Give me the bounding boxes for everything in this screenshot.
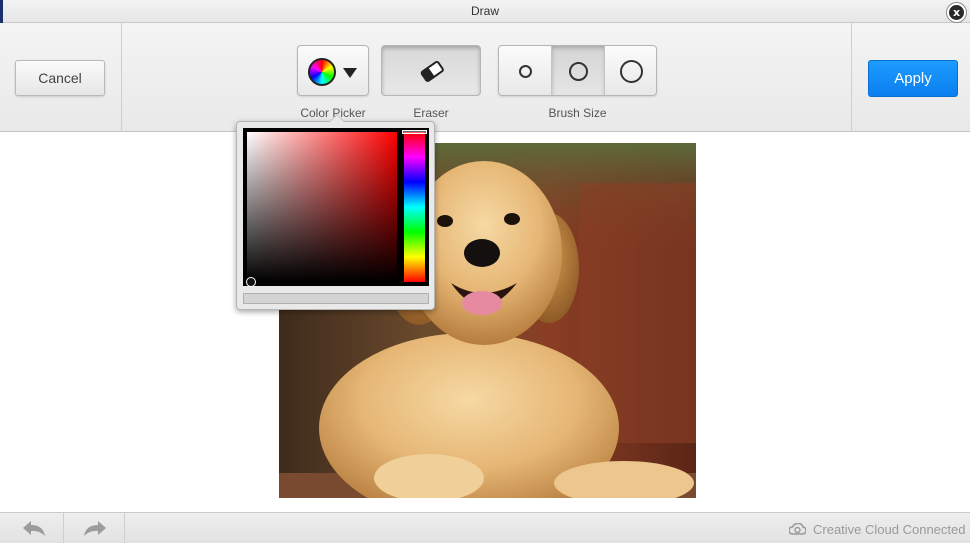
creative-cloud-icon xyxy=(789,523,806,535)
brush-size-label: Brush Size xyxy=(548,106,607,120)
drawing-canvas[interactable] xyxy=(0,133,970,512)
hue-slider[interactable] xyxy=(402,130,427,282)
window-title: Draw xyxy=(470,4,499,18)
brush-size-group xyxy=(498,45,657,96)
hue-slider-handle[interactable] xyxy=(402,130,427,134)
toolbar-left-section: Cancel xyxy=(0,23,122,132)
color-preview-bar xyxy=(243,293,429,304)
status-text: Creative Cloud Connected xyxy=(813,522,966,537)
redo-button[interactable] xyxy=(64,513,125,543)
eraser-button[interactable] xyxy=(381,45,481,96)
color-picker-popup xyxy=(236,114,435,310)
color-selection-handle[interactable] xyxy=(246,277,256,287)
small-circle-icon xyxy=(519,65,532,78)
bottom-bar: Creative Cloud Connected xyxy=(0,512,970,543)
brush-size-large[interactable] xyxy=(605,46,656,95)
redo-arrow-icon xyxy=(84,521,106,536)
draw-window: Draw x Cancel Color Picker Eraser Brush … xyxy=(0,0,970,543)
large-circle-icon xyxy=(620,60,643,83)
cancel-button[interactable]: Cancel xyxy=(15,60,105,96)
eraser-label: Eraser xyxy=(413,106,449,120)
brush-size-small[interactable] xyxy=(499,46,552,95)
apply-button[interactable]: Apply xyxy=(868,60,958,97)
color-wheel-icon xyxy=(308,58,336,86)
saturation-value-area[interactable] xyxy=(246,132,397,287)
brush-size-medium[interactable] xyxy=(552,46,605,95)
undo-arrow-icon xyxy=(23,521,45,536)
picker-frame xyxy=(243,128,429,287)
close-button[interactable]: x xyxy=(947,3,966,22)
color-picker-button[interactable] xyxy=(297,45,369,96)
toolbar-right-section: Apply xyxy=(851,23,970,132)
undo-button[interactable] xyxy=(3,513,64,543)
medium-circle-icon xyxy=(569,62,588,81)
eraser-icon xyxy=(420,60,444,82)
caret-down-icon xyxy=(343,68,357,78)
toolbar: Cancel Color Picker Eraser Brush Size Ap… xyxy=(0,23,970,132)
title-bar: Draw x xyxy=(0,0,970,23)
